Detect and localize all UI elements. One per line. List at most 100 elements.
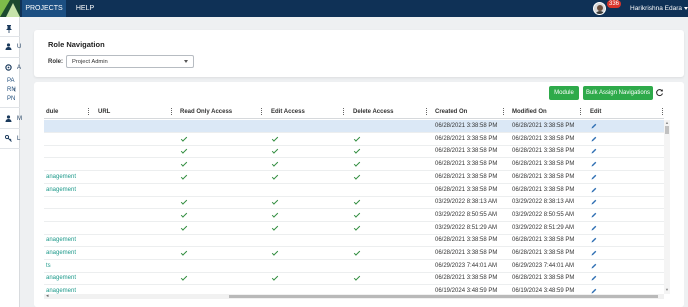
pencil-icon[interactable] [591, 199, 597, 205]
column-menu-icon[interactable] [343, 108, 344, 115]
column-header-edit[interactable]: Edit [590, 105, 601, 119]
read-only-check-icon [180, 249, 188, 256]
column-menu-icon[interactable] [426, 108, 427, 115]
sidebar-item-pin[interactable] [0, 22, 20, 36]
cell-modified-on: 03/29/2022 8:51:29 AM [512, 224, 575, 231]
role-label: Role: [48, 59, 63, 65]
vertical-scrollbar[interactable] [664, 120, 670, 294]
edit-access-check-icon [271, 223, 279, 231]
cell-modified-on: 06/28/2021 3:38:58 PM [512, 237, 575, 244]
app-logo[interactable] [0, 0, 20, 17]
edit-access-check-icon [271, 160, 279, 167]
pencil-icon[interactable] [591, 136, 597, 142]
column-header-delete-access[interactable]: Delete Access [353, 105, 393, 119]
table-row[interactable]: 03/29/2022 8:50:55 AM 03/29/2022 8:50:55 … [44, 209, 664, 222]
pencil-icon[interactable] [591, 161, 597, 167]
pencil-icon[interactable] [591, 148, 597, 154]
column-menu-icon[interactable] [88, 108, 89, 115]
delete-access-check-icon [353, 198, 361, 205]
sidebar-item-label: A [17, 65, 22, 71]
user-icon [5, 115, 12, 125]
table-row[interactable]: anagement 06/28/2021 3:38:58 PM 06/28/2021… [44, 272, 664, 286]
user-menu-caret-icon[interactable] [684, 7, 688, 10]
chevron-down-icon [184, 60, 188, 63]
cell-created-on: 03/29/2022 8:50:55 AM [435, 211, 498, 218]
role-select[interactable]: Project Admin [66, 55, 194, 68]
table-row[interactable]: anagement 06/28/2021 3:38:58 PM 06/28/2021… [44, 171, 664, 184]
column-menu-icon[interactable] [261, 108, 262, 115]
pencil-icon[interactable] [591, 275, 597, 281]
table-row[interactable]: ts 06/29/2023 7:44:01 AM 06/29/2023 7:44:0… [44, 260, 664, 273]
delete-access-check-icon [353, 223, 361, 231]
read-only-check-icon [180, 173, 188, 180]
column-header-edit-access[interactable]: Edit Access [271, 105, 305, 119]
cell-module: ts [46, 262, 51, 269]
delete-access-check-icon [353, 211, 361, 218]
nav-help[interactable]: HELP [70, 0, 100, 17]
table-row[interactable]: anagement 06/28/2021 3:38:58 PM 06/28/2021… [44, 234, 664, 248]
role-card [34, 30, 684, 77]
table-row[interactable]: 06/28/2021 3:38:58 PM 06/28/2021 3:38:58 … [44, 120, 664, 133]
scroll-up-icon[interactable]: ▲ [665, 121, 669, 125]
cell-modified-on: 03/29/2022 8:50:55 AM [512, 211, 575, 218]
column-header-url[interactable]: URL [98, 105, 110, 119]
module-button[interactable]: Module [549, 86, 579, 100]
delete-access-check-icon [353, 249, 361, 256]
table-row[interactable]: 06/28/2021 3:38:58 PM 06/28/2021 3:38:58 … [44, 133, 664, 146]
user-avatar[interactable] [593, 2, 606, 15]
sidebar-item-admin[interactable]: A [0, 61, 22, 75]
cell-created-on: 06/29/2023 7:44:01 AM [435, 262, 498, 269]
nav-projects[interactable]: PROJECTS [22, 0, 66, 17]
column-menu-icon[interactable] [171, 108, 172, 115]
grid-header: dule URL Read Only Access Edit Access De… [44, 105, 664, 119]
refresh-icon[interactable] [655, 88, 664, 97]
bulk-assign-navigations-button[interactable]: Bulk Assign Navigations [583, 86, 653, 100]
chevron-left-icon[interactable]: ‹ [13, 84, 16, 94]
column-menu-icon[interactable] [580, 108, 581, 115]
cell-created-on: 06/28/2021 3:38:58 PM [435, 148, 498, 155]
key-icon [4, 134, 12, 145]
cell-created-on: 06/28/2021 3:38:58 PM [435, 237, 498, 244]
cell-created-on: 06/28/2021 3:38:58 PM [435, 173, 498, 180]
pencil-icon[interactable] [591, 250, 597, 256]
pencil-icon[interactable] [591, 237, 597, 243]
cell-created-on: 06/28/2021 3:38:58 PM [435, 161, 498, 168]
table-row[interactable]: 06/28/2021 3:38:58 PM 06/28/2021 3:38:58 … [44, 145, 664, 159]
table-row[interactable]: anagement 06/28/2021 3:38:58 PM 06/28/2021… [44, 247, 664, 260]
table-row[interactable]: 06/28/2021 3:38:58 PM 06/28/2021 3:38:58 … [44, 158, 664, 172]
navigation-grid: dule URL Read Only Access Edit Access De… [44, 105, 664, 298]
pencil-icon[interactable] [591, 225, 597, 231]
sidebar-item-members[interactable]: M [0, 112, 22, 126]
sidebar-subitem-pn[interactable]: PN [7, 95, 15, 103]
cell-created-on: 06/28/2021 3:38:58 PM [435, 123, 498, 129]
pencil-icon[interactable] [591, 187, 597, 193]
pencil-icon[interactable] [591, 212, 597, 218]
sidebar-item-label: U [17, 44, 22, 50]
cell-module: anagement [46, 275, 77, 282]
sidebar-item-users[interactable]: U [0, 40, 22, 54]
column-header-read-only-access[interactable]: Read Only Access [180, 105, 232, 119]
delete-access-check-icon [353, 274, 361, 282]
read-only-check-icon [180, 160, 188, 167]
horizontal-scroll-thumb[interactable] [229, 295, 658, 298]
user-name[interactable]: Harikrishna Edara [630, 0, 682, 17]
vertical-scroll-thumb[interactable] [665, 126, 669, 134]
column-header-modified-on[interactable]: Modified On [512, 105, 547, 119]
scroll-down-icon[interactable]: ▼ [665, 288, 669, 292]
column-header-module[interactable]: dule [46, 105, 58, 119]
cell-module: anagement [46, 186, 77, 193]
column-header-created-on[interactable]: Created On [435, 105, 467, 119]
table-row[interactable]: 03/29/2022 8:38:13 AM 03/29/2022 8:38:13 … [44, 196, 664, 210]
column-menu-icon[interactable] [503, 108, 504, 115]
pencil-icon[interactable] [591, 174, 597, 180]
notification-badge[interactable]: 336 [607, 0, 622, 8]
pencil-icon[interactable] [591, 263, 597, 269]
cell-created-on: 06/28/2021 3:38:58 PM [435, 135, 498, 142]
edit-access-check-icon [271, 274, 279, 282]
table-row[interactable]: 03/29/2022 8:51:29 AM 03/29/2022 8:51:29 … [44, 222, 664, 235]
pencil-icon[interactable] [591, 123, 597, 129]
table-row[interactable]: anagement 06/28/2021 3:38:58 PM 06/28/2021… [44, 184, 664, 197]
sidebar-item-keys[interactable]: L [0, 132, 20, 146]
column-menu-icon[interactable] [662, 108, 663, 115]
scroll-left-icon[interactable]: ◂ [46, 293, 49, 299]
